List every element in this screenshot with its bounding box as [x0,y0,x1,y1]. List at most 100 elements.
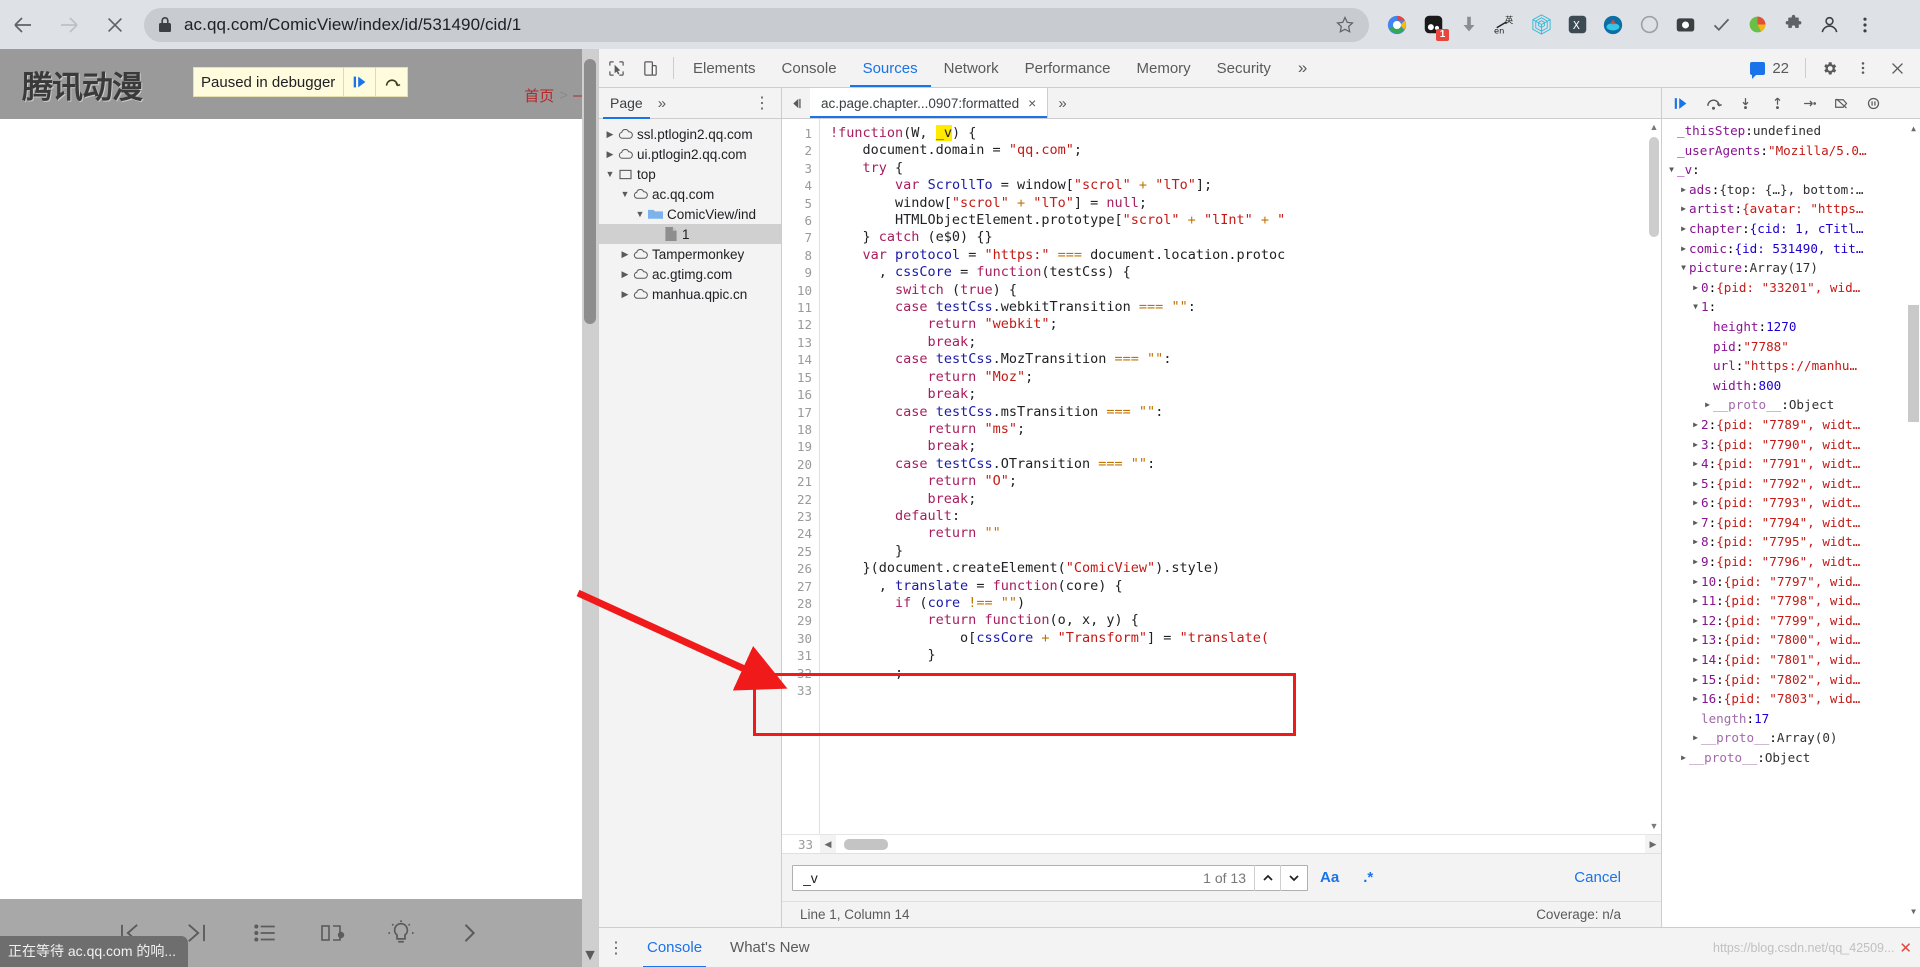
file-tree-item[interactable]: ▶1 [599,224,781,244]
file-tree-item[interactable]: ▶ ac.gtimg.com [599,264,781,284]
screenshot-icon[interactable] [1667,7,1703,43]
twisty-collapsed-icon[interactable]: ▶ [1690,278,1701,298]
scope-variables-list[interactable]: ▲ ▼ ▶_thisStep: undefined▶_userAgents: "… [1662,119,1920,927]
code-line[interactable]: try { [830,160,1661,177]
adblock-icon[interactable]: 1 [1415,7,1451,43]
translate-en-icon[interactable]: en 英 [1487,7,1523,43]
twisty-collapsed-icon[interactable]: ▶ [1690,611,1701,631]
twisty-expanded-icon[interactable]: ▼ [633,209,647,219]
twisty-expanded-icon[interactable]: ▼ [603,169,617,179]
scope-property-row[interactable]: ▶ 6: {pid: "7793", widt… [1662,493,1920,513]
scope-property-row[interactable]: ▶ 14: {pid: "7801", wid… [1662,650,1920,670]
editor-tab-overflow-icon[interactable]: » [1048,88,1076,118]
checkmark-icon[interactable] [1703,7,1739,43]
code-line[interactable]: break; [830,334,1661,351]
hscroll-thumb[interactable] [844,838,888,850]
code-line[interactable]: window["scrol" + "lTo"] = null; [830,195,1661,212]
twisty-collapsed-icon[interactable]: ▶ [1690,552,1701,572]
tab-elements[interactable]: Elements [680,49,769,87]
scope-property-row[interactable]: ▼ picture: Array(17) [1662,258,1920,278]
circle-icon[interactable] [1631,7,1667,43]
code-horizontal-scrollbar[interactable]: 33 ◀ ▶ [782,834,1661,854]
tab-overflow-button[interactable]: » [1284,49,1321,87]
twisty-collapsed-icon[interactable]: ▶ [1690,435,1701,455]
code-line[interactable]: case testCss.OTransition === "": [830,456,1661,473]
file-tree-item[interactable]: ▼ ac.qq.com [599,184,781,204]
twisty-collapsed-icon[interactable]: ▶ [1690,630,1701,650]
scope-property-row[interactable]: ▶ 2: {pid: "7789", widt… [1662,415,1920,435]
scope-scrollbar[interactable]: ▲ ▼ [1907,119,1920,927]
step-over-icon[interactable] [375,67,407,97]
navigator-kebab-icon[interactable]: ⋮ [743,93,781,113]
code-line[interactable]: } catch (e$0) {} [830,229,1661,246]
code-line[interactable]: break; [830,491,1661,508]
scope-property-row[interactable]: ▶ 9: {pid: "7796", widt… [1662,552,1920,572]
file-tree-item[interactable]: ▼ top [599,164,781,184]
twisty-collapsed-icon[interactable]: ▶ [618,249,632,260]
scope-scroll-up-icon[interactable]: ▲ [1907,121,1920,136]
scope-property-row[interactable]: ▼ _v: [1662,160,1920,180]
tab-sources[interactable]: Sources [849,49,931,87]
twisty-collapsed-icon[interactable]: ▶ [1690,650,1701,670]
resume-script-icon[interactable] [1666,89,1696,117]
code-scroll-thumb[interactable] [1649,137,1659,237]
gear-icon[interactable] [1812,60,1846,77]
regex-button[interactable]: .* [1351,869,1385,886]
twisty-collapsed-icon[interactable]: ▶ [1678,239,1689,259]
chrome-colors-icon[interactable] [1379,7,1415,43]
twisty-collapsed-icon[interactable]: ▶ [1690,493,1701,513]
tab-performance[interactable]: Performance [1012,49,1124,87]
twisty-collapsed-icon[interactable]: ▶ [1690,513,1701,533]
code-vertical-scrollbar[interactable]: ▲ ▼ [1647,119,1661,834]
code-line[interactable]: var protocol = "https:" === document.loc… [830,247,1661,264]
web-scraper-icon[interactable] [1523,7,1559,43]
scope-property-row[interactable]: ▶_thisStep: undefined [1662,121,1920,141]
step-into-icon[interactable] [1730,89,1760,117]
page-scrollbar-thumb[interactable] [584,59,596,324]
file-tree-item[interactable]: ▼ ComicView/ind [599,204,781,224]
drawer-tab-console[interactable]: Console [633,928,716,967]
twisty-collapsed-icon[interactable]: ▶ [1678,199,1689,219]
chrome-menu-icon[interactable] [1847,7,1883,43]
twisty-collapsed-icon[interactable]: ▶ [1690,572,1701,592]
twisty-collapsed-icon[interactable]: ▶ [1690,532,1701,552]
stop-loading-button[interactable] [92,2,138,48]
file-tree-item[interactable]: ▶ Tampermonkey [599,244,781,264]
code-line[interactable]: case testCss.MozTransition === "": [830,351,1661,368]
scope-property-row[interactable]: ▶ __proto__: Object [1662,395,1920,415]
page-scrollbar[interactable]: ▼ [582,49,598,967]
scope-scroll-down-icon[interactable]: ▼ [1907,904,1920,919]
scope-property-row[interactable]: ▶ artist: {avatar: "https… [1662,199,1920,219]
device-toolbar-icon[interactable] [633,49,667,87]
scope-property-row[interactable]: ▼ 1: [1662,297,1920,317]
cloud-download-icon[interactable] [1595,7,1631,43]
search-input[interactable] [801,868,1204,887]
hscroll-left-icon[interactable]: ◀ [820,839,836,850]
chevron-up-icon[interactable] [1255,864,1281,891]
next-chapter-icon[interactable] [447,911,491,955]
navigator-tab-page[interactable]: Page [599,88,654,119]
scope-property-row[interactable]: ▶ 0: {pid: "33201", wid… [1662,278,1920,298]
scope-property-row[interactable]: ▶pid: "7788" [1662,337,1920,357]
source-code-text[interactable]: !function(W, _v) { document.domain = "qq… [820,119,1661,834]
code-line[interactable]: if (core !== "") [830,595,1661,612]
code-line[interactable]: var ScrollTo = window["scrol" + "lTo"]; [830,177,1661,194]
code-line[interactable]: , translate = function(core) { [830,578,1661,595]
step-icon[interactable] [1794,89,1824,117]
code-line[interactable]: case testCss.webkitTransition === "": [830,299,1661,316]
xmind-icon[interactable]: X [1559,7,1595,43]
brightness-icon[interactable] [379,911,423,955]
code-line[interactable]: return "Moz"; [830,369,1661,386]
twisty-collapsed-icon[interactable]: ▶ [1678,180,1689,200]
code-line[interactable]: ; [830,665,1661,682]
step-out-icon[interactable] [1762,89,1792,117]
forward-button[interactable] [46,2,92,48]
scope-property-row[interactable]: ▶ __proto__: Object [1662,748,1920,768]
message-count-indicator[interactable]: 22 [1740,60,1799,79]
code-line[interactable]: } [830,543,1661,560]
scope-property-row[interactable]: ▶ 13: {pid: "7800", wid… [1662,630,1920,650]
scope-property-row[interactable]: ▶ 8: {pid: "7795", widt… [1662,532,1920,552]
drawer-tab-whats-new[interactable]: What's New [716,928,824,967]
file-tree-item[interactable]: ▶ manhua.qpic.cn [599,284,781,304]
code-line[interactable]: return "" [830,525,1661,542]
